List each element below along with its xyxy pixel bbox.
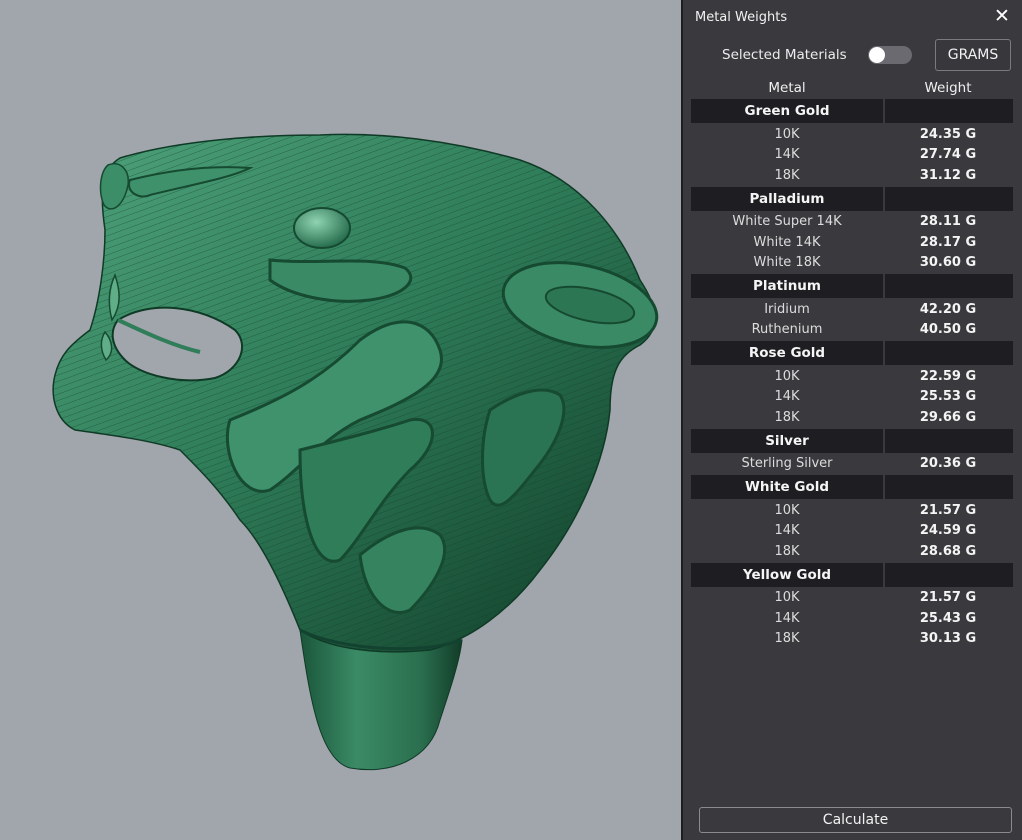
weight-cell: 30.60 G [919, 255, 977, 271]
weight-cell: 24.35 G [919, 126, 977, 142]
metal-cell: White 18K [753, 255, 821, 271]
3d-viewport[interactable] [0, 0, 681, 840]
metal-cell: White Super 14K [732, 214, 842, 230]
toggle-knob [869, 47, 885, 63]
metal-cell: 14K [774, 523, 800, 539]
weight-cell: 42.20 G [919, 301, 977, 317]
group-weight-cell [885, 274, 1013, 298]
group-name: Rose Gold [691, 341, 883, 365]
metal-cell: 18K [774, 543, 800, 559]
group-name: Silver [691, 428, 883, 453]
group-header: Green Gold [691, 99, 1013, 123]
table-row: 18K 29.66 G [691, 407, 1013, 428]
tiger-ring-model[interactable] [0, 0, 681, 840]
weight-cell: 29.66 G [919, 409, 977, 425]
group-name: Green Gold [691, 99, 883, 123]
group-weight-cell [885, 99, 1013, 123]
table-row: 10K 21.57 G [691, 588, 1013, 609]
column-header-weight: Weight [924, 80, 972, 96]
group-weight-cell [885, 475, 1013, 499]
table-row: 18K 28.68 G [691, 541, 1013, 562]
panel-title: Metal Weights [695, 10, 788, 25]
table-row: 10K 24.35 G [691, 124, 1013, 145]
table-body: Green Gold 10K 24.35 G 14K 27.74 G 18K 31.12 G… [691, 99, 1013, 649]
metal-cell: 14K [774, 147, 800, 163]
calculate-button[interactable]: Calculate [699, 807, 1012, 833]
table-row: 18K 30.13 G [691, 629, 1013, 650]
weight-cell: 28.11 G [919, 214, 977, 230]
table-row: Sterling Silver 20.36 G [691, 454, 1013, 475]
weight-cell: 40.50 G [919, 322, 977, 338]
group-header: White Gold [691, 475, 1013, 499]
close-icon[interactable]: ✕ [992, 6, 1012, 26]
metal-cell: Ruthenium [751, 322, 823, 338]
metal-cell: 10K [774, 502, 800, 518]
metal-weights-panel: Metal Weights ✕ Selected Materials GRAMS… [681, 0, 1022, 840]
metal-cell: 10K [774, 368, 800, 384]
metal-cell: Sterling Silver [741, 456, 833, 472]
selected-materials-label: Selected Materials [722, 47, 847, 63]
weight-cell: 28.17 G [919, 234, 977, 250]
table-row: 14K 25.53 G [691, 387, 1013, 408]
weight-cell: 25.43 G [919, 610, 977, 626]
table-row: 10K 22.59 G [691, 366, 1013, 387]
weight-cell: 25.53 G [919, 389, 977, 405]
group-header: Platinum [691, 274, 1013, 298]
weights-table: Metal Weight Green Gold 10K 24.35 G 14K 27.7… [691, 78, 1013, 649]
group-name: Platinum [691, 274, 883, 298]
group-name: Palladium [691, 186, 883, 211]
group-header: Palladium [691, 186, 1013, 211]
weight-cell: 20.36 G [919, 456, 977, 472]
group-name: White Gold [691, 475, 883, 499]
units-button[interactable]: GRAMS [935, 39, 1011, 71]
metal-cell: 10K [774, 590, 800, 606]
weight-cell: 30.13 G [919, 631, 977, 647]
weight-cell: 21.57 G [919, 502, 977, 518]
group-weight-cell [885, 186, 1013, 211]
table-row: 18K 31.12 G [691, 165, 1013, 186]
table-row: White Super 14K 28.11 G [691, 212, 1013, 233]
column-header-metal: Metal [768, 80, 806, 96]
metal-cell: Iridium [764, 301, 810, 317]
group-weight-cell [885, 428, 1013, 453]
group-name: Yellow Gold [691, 562, 883, 587]
metal-cell: 14K [774, 610, 800, 626]
group-weight-cell [885, 341, 1013, 365]
weight-cell: 28.68 G [919, 543, 977, 559]
table-header: Metal Weight [691, 78, 1013, 98]
table-row: White 18K 30.60 G [691, 253, 1013, 274]
metal-cell: 14K [774, 389, 800, 405]
table-row: 10K 21.57 G [691, 500, 1013, 521]
table-row: White 14K 28.17 G [691, 232, 1013, 253]
metal-cell: White 14K [753, 234, 821, 250]
table-row: Ruthenium 40.50 G [691, 320, 1013, 341]
group-header: Rose Gold [691, 341, 1013, 365]
selected-materials-toggle[interactable] [868, 46, 912, 64]
metal-cell: 18K [774, 409, 800, 425]
group-header: Yellow Gold [691, 562, 1013, 587]
weight-cell: 31.12 G [919, 167, 977, 183]
metal-cell: 10K [774, 126, 800, 142]
weight-cell: 22.59 G [919, 368, 977, 384]
weight-cell: 21.57 G [919, 590, 977, 606]
table-row: Iridium 42.20 G [691, 299, 1013, 320]
metal-cell: 18K [774, 167, 800, 183]
weight-cell: 24.59 G [919, 523, 977, 539]
table-row: 14K 25.43 G [691, 608, 1013, 629]
group-weight-cell [885, 562, 1013, 587]
metal-cell: 18K [774, 631, 800, 647]
group-header: Silver [691, 428, 1013, 453]
table-row: 14K 24.59 G [691, 521, 1013, 542]
weight-cell: 27.74 G [919, 147, 977, 163]
table-row: 14K 27.74 G [691, 145, 1013, 166]
